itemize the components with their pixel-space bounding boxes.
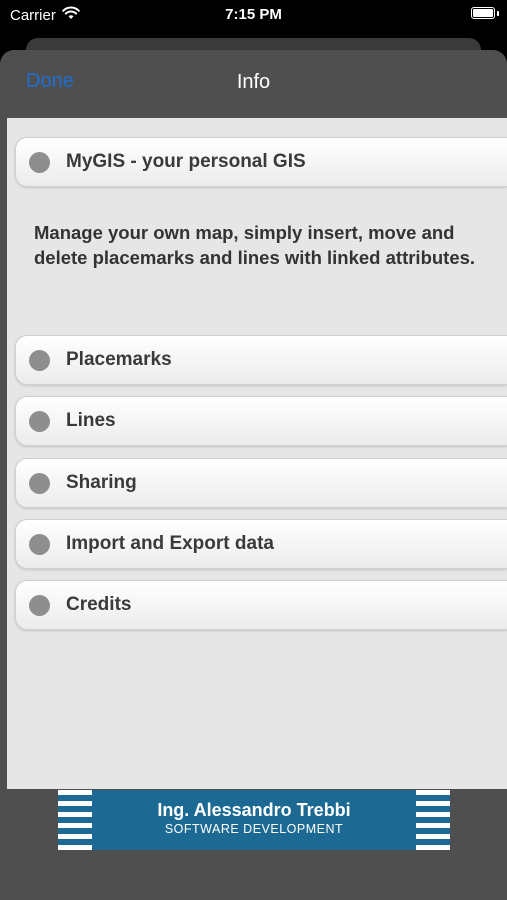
developer-banner[interactable]: Ing. Alessandro Trebbi SOFTWARE DEVELOPM… (58, 790, 450, 850)
info-content: MyGIS - your personal GIS Manage your ow… (7, 118, 507, 839)
list-item-credits[interactable]: Credits (15, 580, 507, 630)
status-time: 7:15 PM (225, 6, 282, 23)
navigation-bar: Done Info (0, 50, 507, 118)
battery-icon (471, 7, 495, 19)
banner-title: Ing. Alessandro Trebbi (157, 800, 351, 820)
list-item-sharing[interactable]: Sharing (15, 458, 507, 508)
info-sheet: Done Info MyGIS - your personal GIS Mana… (0, 50, 507, 900)
about-item-label: MyGIS - your personal GIS (66, 151, 306, 172)
bullet-icon (29, 151, 50, 173)
list-item-label: Placemarks (66, 349, 172, 370)
bullet-icon (29, 349, 50, 371)
banner-subtitle: SOFTWARE DEVELOPMENT (164, 822, 344, 836)
list-item-import-export[interactable]: Import and Export data (15, 519, 507, 569)
list-item-label: Sharing (66, 472, 137, 493)
status-bar: Carrier 7:15 PM (0, 0, 507, 30)
list-item-label: Import and Export data (66, 533, 274, 554)
about-item[interactable]: MyGIS - your personal GIS (15, 137, 507, 187)
list-item-label: Lines (66, 410, 116, 431)
list-item-placemarks[interactable]: Placemarks (15, 335, 507, 385)
list-item-label: Credits (66, 594, 132, 615)
bullet-icon (29, 472, 50, 494)
bullet-icon (29, 410, 50, 432)
bullet-icon (29, 594, 50, 616)
app-description: Manage your own map, simply insert, move… (34, 222, 476, 268)
bullet-icon (29, 533, 50, 555)
page-title: Info (236, 71, 271, 93)
list-item-lines[interactable]: Lines (15, 396, 507, 446)
